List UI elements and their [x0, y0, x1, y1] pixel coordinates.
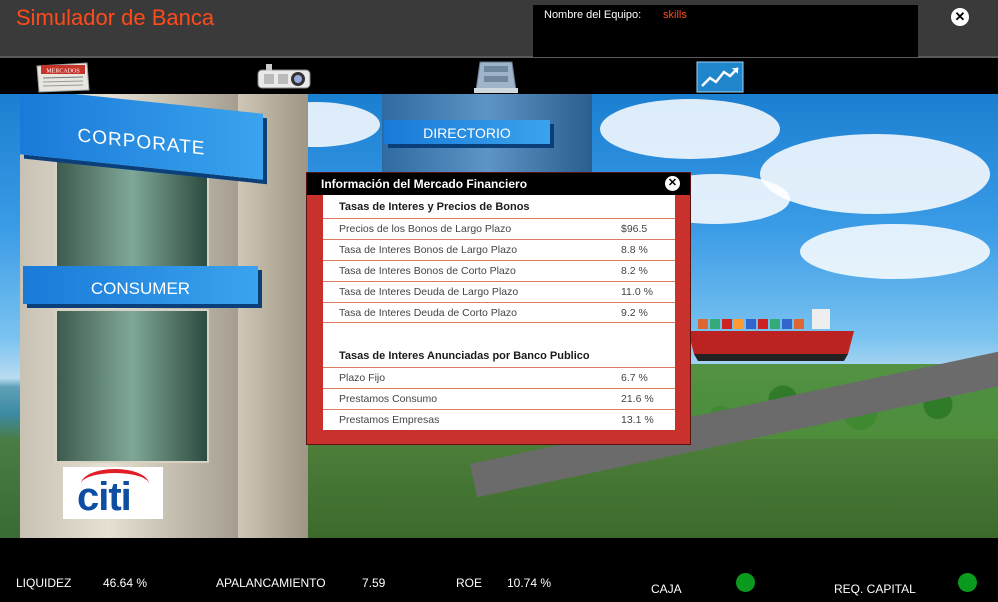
row-label: Tasa de Interes Bonos de Corto Plazo	[339, 265, 516, 277]
sign-directorio: DIRECTORIO	[384, 120, 550, 144]
citi-logo-text: citi	[77, 475, 132, 519]
newspaper-icon: MERCADOS	[36, 62, 90, 93]
row-value: 21.6 %	[621, 393, 654, 405]
section-title-public-bank-rates: Tasas de Interes Anunciadas por Banco Pu…	[339, 350, 590, 362]
projector-button[interactable]	[252, 60, 320, 94]
close-icon: ✕	[667, 177, 678, 189]
row-value: $96.5	[621, 223, 648, 235]
newspaper-banner-text: MERCADOS	[46, 69, 79, 75]
apalancamiento-label: APALANCAMIENTO	[216, 576, 326, 590]
status-bar: LIQUIDEZ 46.64 % APALANCAMIENTO 7.59 ROE…	[0, 538, 998, 602]
cloud	[760, 134, 990, 214]
app-title: Simulador de Banca	[16, 5, 215, 30]
cloud	[800, 224, 990, 279]
row-label: Tasa de Interes Bonos de Largo Plazo	[339, 244, 518, 256]
roe-value: 10.74 %	[507, 576, 552, 590]
team-name-label: Nombre del Equipo:	[544, 9, 642, 21]
building-button[interactable]	[470, 60, 522, 94]
market-info-dialog: Información del Mercado Financiero ✕ Tas…	[306, 172, 691, 445]
liquidez-value: 46.64 %	[103, 576, 148, 590]
row-value: 13.1 %	[621, 414, 654, 426]
row-value: 8.2 %	[621, 265, 648, 277]
newspaper-button[interactable]: MERCADOS	[35, 60, 91, 94]
chart-icon	[696, 61, 744, 93]
row-label: Prestamos Consumo	[339, 393, 438, 405]
team-name-value: skills	[663, 9, 687, 21]
building-icon	[474, 61, 518, 93]
dialog-title: Información del Mercado Financiero	[321, 177, 528, 191]
app-header: Simulador de Banca Nombre del Equipo: sk…	[0, 0, 998, 58]
team-info-box: Nombre del Equipo: skills	[533, 5, 918, 57]
chart-button[interactable]	[696, 60, 744, 94]
table-row: Prestamos Consumo 21.6 %	[323, 388, 675, 409]
dialog-close-button[interactable]: ✕	[665, 176, 680, 191]
row-value: 9.2 %	[621, 307, 648, 319]
cloud	[600, 99, 780, 159]
table-row: Tasa de Interes Deuda de Largo Plazo 11.…	[323, 281, 675, 302]
table-row: Prestamos Empresas 13.1 %	[323, 409, 675, 430]
table-row: Precios de los Bonos de Largo Plazo $96.…	[323, 218, 675, 239]
dialog-title-bar: Información del Mercado Financiero ✕	[307, 173, 690, 195]
liquidez-label: LIQUIDEZ	[16, 576, 72, 590]
caja-status-indicator	[736, 573, 755, 592]
req-capital-label: REQ. CAPITAL	[834, 582, 916, 596]
apalancamiento-value: 7.59	[362, 576, 386, 590]
caja-label: CAJA	[651, 582, 682, 596]
roe-label: ROE	[456, 576, 483, 590]
section-title-bond-rates: Tasas de Interes y Precios de Bonos	[339, 201, 530, 213]
close-icon: ✕	[954, 9, 966, 24]
close-app-button[interactable]: ✕	[951, 8, 969, 26]
sign-consumer: CONSUMER	[23, 266, 258, 304]
main-toolbar: MERCADOS	[0, 60, 998, 94]
dialog-body: Tasas de Interes y Precios de Bonos Prec…	[323, 195, 675, 430]
row-value: 6.7 %	[621, 372, 648, 384]
row-value: 11.0 %	[621, 286, 653, 298]
row-label: Precios de los Bonos de Largo Plazo	[339, 223, 512, 235]
table-row: Plazo Fijo 6.7 %	[323, 367, 675, 388]
citi-logo: citi	[63, 467, 163, 519]
table-row: Tasa de Interes Bonos de Largo Plazo 8.8…	[323, 239, 675, 260]
row-label: Tasa de Interes Deuda de Largo Plazo	[339, 286, 519, 298]
row-label: Plazo Fijo	[339, 372, 386, 384]
req-capital-status-indicator	[958, 573, 977, 592]
projector-icon	[257, 64, 311, 89]
cargo-ship	[688, 309, 854, 361]
table-row: Tasa de Interes Bonos de Corto Plazo 8.2…	[323, 260, 675, 281]
row-label: Tasa de Interes Deuda de Corto Plazo	[339, 307, 518, 319]
row-label: Prestamos Empresas	[339, 414, 440, 426]
table-row: Tasa de Interes Deuda de Corto Plazo 9.2…	[323, 302, 675, 323]
row-value: 8.8 %	[621, 244, 648, 256]
